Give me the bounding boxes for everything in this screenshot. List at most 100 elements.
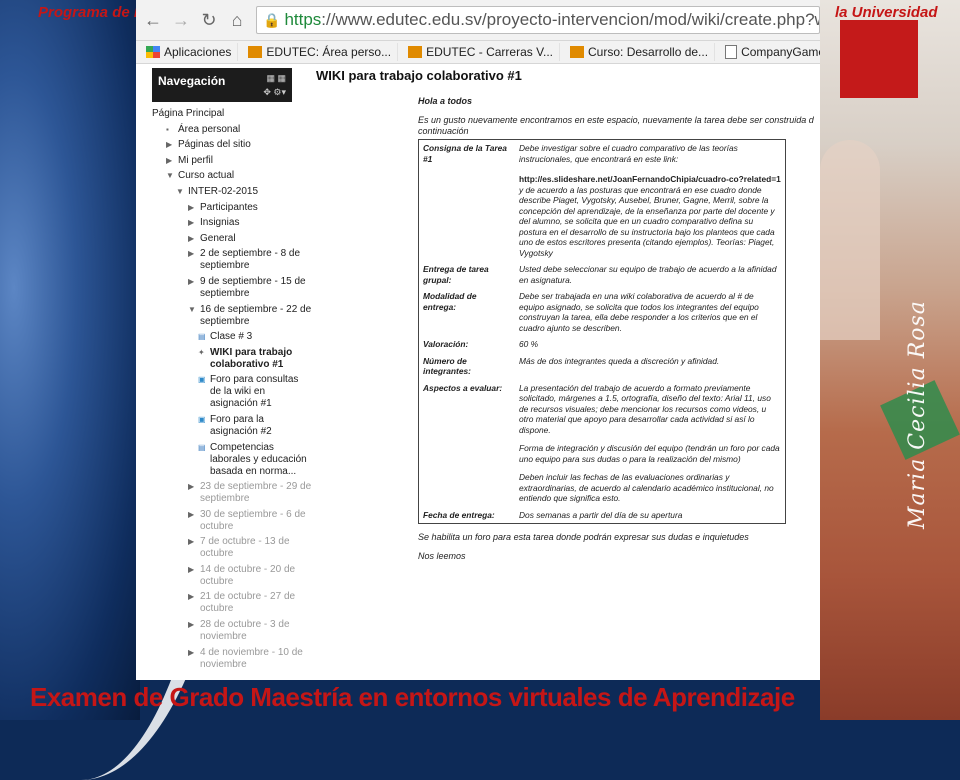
nav-item-label: 21 de octubre - 27 de octubre <box>200 591 296 615</box>
row-key: Entrega de tarea grupal: <box>423 264 489 285</box>
forward-icon[interactable]: → <box>170 10 192 31</box>
nav-item-label: Mi perfil <box>178 154 214 166</box>
navigation-block-header: Navegación ▦ ▦ ✥ ⚙▾ <box>152 68 292 102</box>
address-bar[interactable]: 🔒 https ://www.edutec.edu.sv/proyecto-in… <box>256 6 820 34</box>
nav-item[interactable]: ▤ Competencias laborales y educación basa… <box>152 442 312 478</box>
expand-arrow-icon: ▶ <box>188 592 195 602</box>
row-value: Dos semanas a partir del día de su apert… <box>515 507 786 524</box>
expand-arrow-icon: ▶ <box>188 537 195 547</box>
page-content: Navegación ▦ ▦ ✥ ⚙▾ Página Principal ▪ Áre… <box>136 64 820 680</box>
row-value: Más de dos integrantes queda a discreció… <box>515 353 786 380</box>
row-value-text: La presentación del trabajo de acuerdo a… <box>519 382 771 435</box>
nav-item[interactable]: ▼ INTER-02-2015 <box>152 186 312 198</box>
nav-item[interactable]: ▶ 21 de octubre - 27 de octubre <box>152 591 312 615</box>
nav-item-label: 4 de noviembre - 10 de noviembre <box>200 646 303 670</box>
nav-item[interactable]: ▣ Foro para la asignación #2 <box>152 414 312 438</box>
nav-item-label: 9 de septiembre - 15 de septiembre <box>200 275 306 299</box>
wiki-body: Hola a todos Es un gusto nuevamente enco… <box>418 92 820 562</box>
home-icon[interactable]: ⌂ <box>226 10 248 31</box>
slide-title: Examen de Grado Maestría en entornos vir… <box>30 682 795 712</box>
nav-item[interactable]: ▶ Participantes <box>152 202 312 214</box>
row-value-text: Usted debe seleccionar su equipo de trab… <box>519 264 777 285</box>
bookmark-label: EDUTEC - Carreras V... <box>426 45 554 59</box>
nav-item[interactable]: ▶ Mi perfil <box>152 155 312 167</box>
back-icon[interactable]: ← <box>142 10 164 31</box>
slide-background-left <box>0 0 242 780</box>
background-figure <box>820 140 880 340</box>
url-scheme: https <box>284 10 322 29</box>
reload-icon[interactable]: ↻ <box>198 10 220 31</box>
nav-item[interactable]: ▶ 4 de noviembre - 10 de noviembre <box>152 647 312 671</box>
row-key: Valoración: <box>423 339 469 349</box>
page-title: WIKI para trabajo colaborativo #1 <box>316 68 522 83</box>
expand-arrow-icon: ▶ <box>188 482 195 492</box>
table-row: Consigna de la Tarea #1 Debe investigar s… <box>419 140 786 262</box>
nav-item-label: 28 de octubre - 3 de noviembre <box>200 619 290 643</box>
apps-grid-icon <box>146 46 160 58</box>
intro-line-1: Es un gusto nuevamente encontramos en es… <box>418 115 814 125</box>
nav-item[interactable]: ▶ 14 de octubre - 20 de octubre <box>152 564 312 588</box>
bookmark-item[interactable]: EDUTEC - Carreras V... <box>406 43 561 61</box>
move-settings-icon[interactable]: ✥ ⚙▾ <box>263 87 286 98</box>
nav-item[interactable]: ▪ Área personal <box>152 124 312 136</box>
nav-item-label: Participantes <box>200 201 258 213</box>
nav-item[interactable]: ▶ Insignias <box>152 217 312 229</box>
page-icon <box>725 45 738 59</box>
nav-item-label: 2 de septiembre - 8 de septiembre <box>200 248 301 272</box>
expand-arrow-icon: ▶ <box>188 564 195 574</box>
nav-item[interactable]: ▼ 16 de septiembre - 22 de septiembre <box>152 304 312 328</box>
browser-window: ← → ↻ ⌂ 🔒 https ://www.edutec.edu.sv/pro… <box>136 0 820 680</box>
row-value: Usted debe seleccionar su equipo de trab… <box>515 261 786 288</box>
nav-item[interactable]: ▶ Páginas del sitio <box>152 139 312 151</box>
bookmark-item[interactable]: CompanyGame: sim... <box>723 43 820 61</box>
table-row: Aspectos a evaluar: La presentación del t… <box>419 380 786 507</box>
expand-arrow-icon: ▶ <box>166 155 173 165</box>
closing-note: Nos leemos <box>418 551 466 561</box>
nav-item[interactable]: ▶ 9 de septiembre - 15 de septiembre <box>152 276 312 300</box>
nav-item-label: Competencias laborales y educación basad… <box>210 441 307 477</box>
row-key: Modalidad de entrega: <box>423 291 477 312</box>
nav-item[interactable]: ▶ 23 de septiembre - 29 de septiembre <box>152 481 312 505</box>
nav-item[interactable]: ▶ 7 de octubre - 13 de octubre <box>152 536 312 560</box>
row-key: Fecha de entrega: <box>423 509 495 520</box>
bookmark-item[interactable]: Curso: Desarrollo de... <box>568 43 716 61</box>
slide-header-right: la Universidad <box>835 4 938 21</box>
nav-item-label: Foro para consultas de la wiki en asigna… <box>210 374 299 410</box>
bookmark-item[interactable]: Aplicaciones <box>144 43 239 61</box>
table-row: Modalidad de entrega: Debe ser trabajada … <box>419 288 786 336</box>
row-value: Debe investigar sobre el cuadro comparat… <box>515 140 786 262</box>
forum-icon: ▣ <box>198 375 206 385</box>
nav-item-label: Página Principal <box>152 108 225 119</box>
wiki-icon: ✦ <box>198 347 205 357</box>
intro-text: Es un gusto nuevamente encontramos en es… <box>418 115 820 137</box>
nav-item[interactable]: ▣ Foro para consultas de la wiki en asign… <box>152 374 312 410</box>
bullet-icon: ▪ <box>166 124 169 134</box>
table-row: Entrega de tarea grupal: Usted debe selec… <box>419 261 786 288</box>
collapse-dock-icon[interactable]: ▦ ▦ <box>266 73 286 84</box>
nav-item-label: 14 de octubre - 20 de octubre <box>200 563 296 587</box>
nav-item[interactable]: ▶ General <box>152 233 312 245</box>
collapse-arrow-icon: ▼ <box>176 186 184 196</box>
bookmark-item[interactable]: EDUTEC: Área perso... <box>246 43 399 61</box>
bookmark-label: Aplicaciones <box>164 45 232 59</box>
greeting: Hola a todos <box>418 96 473 106</box>
row-value-text: 60 % <box>519 339 539 349</box>
nav-item[interactable]: ▤ Clase # 3 <box>152 331 312 343</box>
nav-item[interactable]: ▶ 2 de septiembre - 8 de septiembre <box>152 248 312 272</box>
nav-item[interactable]: ▶ 28 de octubre - 3 de noviembre <box>152 619 312 643</box>
nav-item-label: Insignias <box>200 217 240 229</box>
nav-item[interactable]: ▶ 30 de septiembre - 6 de octubre <box>152 509 312 533</box>
expand-arrow-icon: ▶ <box>188 647 195 657</box>
nav-item[interactable]: Página Principal <box>152 108 312 120</box>
slideshare-link[interactable]: http://es.slideshare.net/JoanFernandoChi… <box>519 174 781 185</box>
moodle-icon <box>248 46 263 58</box>
row-value: La presentación del trabajo de acuerdo a… <box>515 380 786 507</box>
row-key: Número de integrantes: <box>423 355 471 377</box>
moodle-icon <box>570 46 585 58</box>
nav-item[interactable]: ▼ Curso actual <box>152 170 312 182</box>
nav-item-label: 7 de octubre - 13 de octubre <box>200 536 290 560</box>
forum-icon: ▣ <box>198 414 206 424</box>
nav-item[interactable]: ✦ WIKI para trabajo colaborativo #1 <box>152 347 312 371</box>
expand-arrow-icon: ▶ <box>188 249 195 259</box>
browser-toolbar: ← → ↻ ⌂ 🔒 https ://www.edutec.edu.sv/pro… <box>136 0 820 41</box>
